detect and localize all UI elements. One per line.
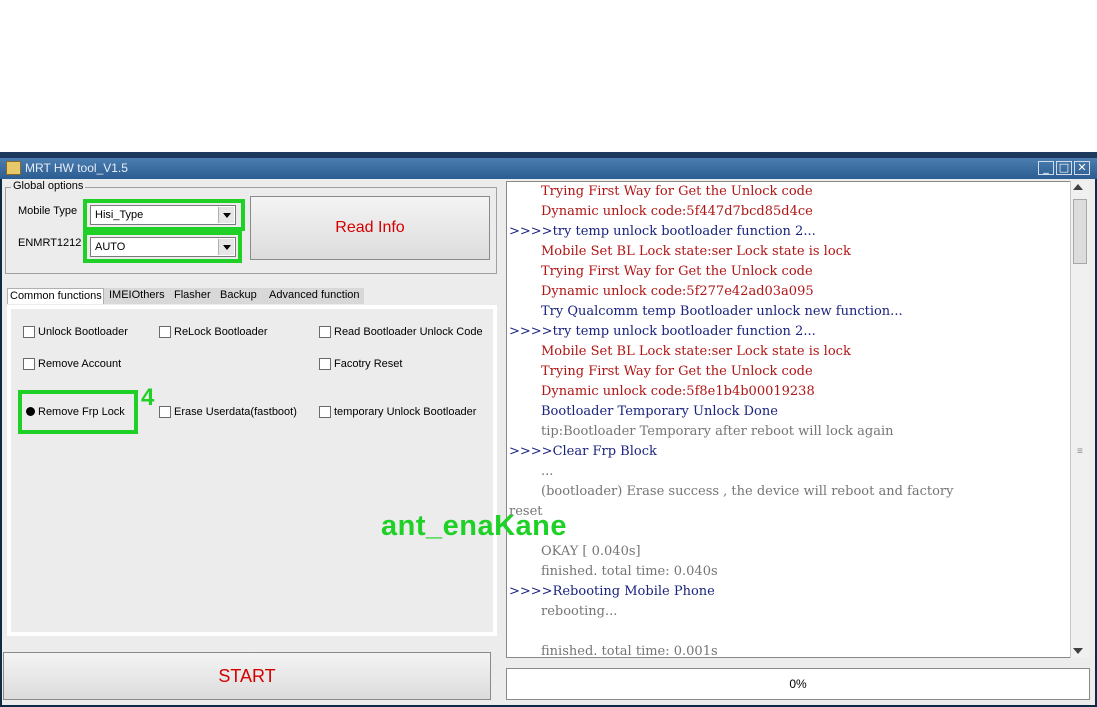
tab-backup[interactable]: Backup xyxy=(218,288,259,304)
log-scrollbar[interactable]: ≡ xyxy=(1070,181,1090,658)
log-line: Trying First Way for Get the Unlock code xyxy=(541,264,813,279)
unlock-bootloader-label[interactable]: Unlock Bootloader xyxy=(38,326,128,338)
log-line: rebooting... xyxy=(541,604,618,619)
read-info-button[interactable]: Read Info xyxy=(250,196,490,260)
unlock-bootloader-radio[interactable] xyxy=(23,326,35,338)
function-tabs: Common functions IMEIOthers Flasher Back… xyxy=(7,288,364,304)
log-output[interactable]: Trying First Way for Get the Unlock code… xyxy=(506,181,1090,658)
app-icon xyxy=(6,161,21,175)
mobile-type-label: Mobile Type xyxy=(18,205,78,217)
remove-account-radio[interactable] xyxy=(23,358,35,370)
scroll-up-arrow-icon[interactable] xyxy=(1073,184,1083,190)
scroll-thumb[interactable] xyxy=(1073,199,1087,264)
log-line: finished. total time: 0.001s xyxy=(541,644,718,658)
log-line: Mobile Set BL Lock state:ser Lock state … xyxy=(541,244,851,259)
log-line: Trying First Way for Get the Unlock code xyxy=(541,184,813,199)
log-line: Dynamic unlock code:5f447d7bcd85d4ce xyxy=(541,204,813,219)
watermark-text: ant_enaKane xyxy=(381,510,568,542)
tab-common-functions[interactable]: Common functions xyxy=(7,288,104,304)
scroll-grip-icon: ≡ xyxy=(1077,446,1083,457)
minimize-button[interactable]: _ xyxy=(1038,161,1054,175)
erase-userdata-radio[interactable] xyxy=(159,406,171,418)
start-button[interactable]: START xyxy=(3,652,491,700)
log-line: Try Qualcomm temp Bootloader unlock new … xyxy=(541,304,903,319)
client-area: Global options Mobile Type Hisi_Type ENM… xyxy=(2,179,1095,705)
maximize-button[interactable]: □ xyxy=(1056,161,1072,175)
relock-bootloader-label[interactable]: ReLock Bootloader xyxy=(174,326,268,338)
log-line: tip:Bootloader Temporary after reboot wi… xyxy=(541,424,894,439)
read-bl-code-radio[interactable] xyxy=(319,326,331,338)
factory-reset-label[interactable]: Facotry Reset xyxy=(334,358,402,370)
enmrt-label: ENMRT1212 xyxy=(18,237,82,249)
log-line: >>>>Rebooting Mobile Phone xyxy=(509,584,715,599)
highlight-box-mobile-type xyxy=(83,199,245,231)
erase-userdata-label[interactable]: Erase Userdata(fastboot) xyxy=(174,406,297,418)
log-line: >>>>Clear Frp Block xyxy=(509,444,657,459)
app-window: MRT HW tool_V1.5 _ □ ✕ Global options Mo… xyxy=(0,158,1097,707)
tab-flasher[interactable]: Flasher xyxy=(172,288,213,304)
log-line: finished. total time: 0.040s xyxy=(541,564,718,579)
progress-label: 0% xyxy=(789,677,807,691)
log-line: OKAY [ 0.040s] xyxy=(541,544,641,559)
log-line: >>>>try temp unlock bootloader function … xyxy=(509,324,816,339)
tab-advanced-function[interactable]: Advanced function xyxy=(267,288,362,304)
log-line: Dynamic unlock code:5f8e1b4b00019238 xyxy=(541,384,815,399)
common-functions-panel xyxy=(7,305,497,636)
window-title: MRT HW tool_V1.5 xyxy=(25,161,128,175)
log-line: (bootloader) Erase success , the device … xyxy=(541,484,954,499)
scroll-down-arrow-icon[interactable] xyxy=(1073,648,1083,654)
read-bl-code-label[interactable]: Read Bootloader Unlock Code xyxy=(334,326,483,338)
relock-bootloader-radio[interactable] xyxy=(159,326,171,338)
temp-unlock-radio[interactable] xyxy=(319,406,331,418)
temp-unlock-label[interactable]: temporary Unlock Bootloader xyxy=(334,406,476,418)
log-line: Dynamic unlock code:5f277e42ad03a095 xyxy=(541,284,814,299)
log-line: Trying First Way for Get the Unlock code xyxy=(541,364,813,379)
tab-imei-others[interactable]: IMEIOthers xyxy=(107,288,167,304)
log-line: Bootloader Temporary Unlock Done xyxy=(541,404,778,419)
title-bar[interactable]: MRT HW tool_V1.5 _ □ ✕ xyxy=(0,158,1097,179)
log-line: Mobile Set BL Lock state:ser Lock state … xyxy=(541,344,851,359)
factory-reset-radio[interactable] xyxy=(319,358,331,370)
highlight-box-enmrt xyxy=(83,231,242,263)
global-options-legend: Global options xyxy=(11,180,86,192)
log-line: ... xyxy=(541,464,554,479)
log-line: >>>>try temp unlock bootloader function … xyxy=(509,224,816,239)
close-button[interactable]: ✕ xyxy=(1074,161,1090,175)
progress-bar: 0% xyxy=(506,668,1090,700)
step-number-4: 4 xyxy=(141,384,155,411)
remove-account-label[interactable]: Remove Account xyxy=(38,358,121,370)
highlight-box-remove-frp xyxy=(18,390,138,434)
